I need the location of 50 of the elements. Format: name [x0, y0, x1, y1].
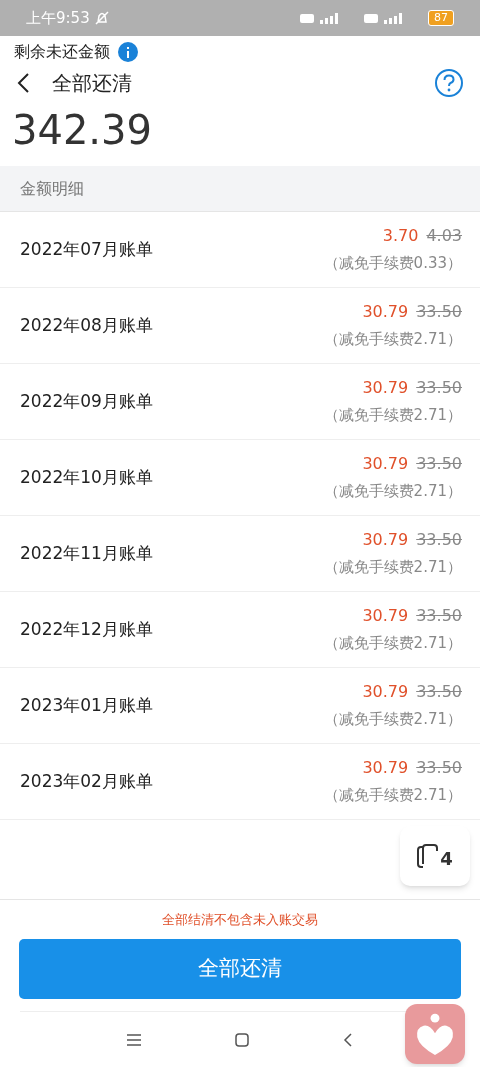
- repay-amount: 30.79: [362, 377, 409, 400]
- floating-tabs-widget[interactable]: 4: [400, 826, 470, 886]
- fee-waiver: （减免手续费2.71）: [323, 481, 462, 503]
- remaining-amount: 342.39: [12, 110, 152, 150]
- repay-amount: 30.79: [362, 529, 409, 552]
- status-time: 上午9:53: [26, 7, 90, 29]
- bill-month: 2022年08月账单: [20, 313, 153, 337]
- fee-waiver: （减免手续费2.71）: [323, 785, 462, 807]
- bill-month: 2022年10月账单: [20, 465, 153, 489]
- repay-amount: 30.79: [362, 301, 409, 324]
- repay-amount: 30.79: [362, 681, 409, 704]
- heart-app-icon[interactable]: [405, 1004, 465, 1064]
- mute-bell-icon: [93, 10, 110, 26]
- bill-month: 2023年01月账单: [20, 693, 153, 717]
- home-icon[interactable]: [235, 1032, 249, 1047]
- original-amount: 33.50: [416, 605, 462, 628]
- stacked-pages-icon: [417, 843, 440, 869]
- info-icon[interactable]: [118, 42, 138, 62]
- repay-amount: 3.70: [382, 225, 419, 248]
- original-amount: 33.50: [416, 757, 462, 780]
- original-amount: 33.50: [416, 301, 462, 324]
- fee-waiver: （减免手续费2.71）: [323, 557, 462, 579]
- repay-amount: 30.79: [362, 453, 409, 476]
- fee-waiver: （减免手续费2.71）: [323, 633, 462, 655]
- original-amount: 33.50: [416, 453, 462, 476]
- original-amount: 4.03: [426, 225, 462, 248]
- fee-waiver: （减免手续费2.71）: [323, 405, 462, 427]
- page-title: 全部还清: [52, 70, 132, 97]
- fee-waiver: （减免手续费2.71）: [323, 329, 462, 351]
- bill-month: 2022年11月账单: [20, 541, 153, 565]
- bill-month: 2023年02月账单: [20, 769, 153, 793]
- back-icon[interactable]: [16, 72, 30, 94]
- menu-icon[interactable]: [127, 1033, 141, 1046]
- original-amount: 33.50: [416, 377, 462, 400]
- repay-amount: 30.79: [362, 757, 409, 780]
- repay-amount: 30.79: [362, 605, 409, 628]
- original-amount: 33.50: [416, 529, 462, 552]
- original-amount: 33.50: [416, 681, 462, 704]
- tab-count: 4: [440, 847, 453, 871]
- bill-month: 2022年07月账单: [20, 237, 153, 261]
- fee-waiver: （减免手续费2.71）: [323, 709, 462, 731]
- bill-month: 2022年09月账单: [20, 389, 153, 413]
- settlement-notice: 全部结清不包含未入账交易: [162, 910, 318, 929]
- bill-month: 2022年12月账单: [20, 617, 153, 641]
- section-title: 金额明细: [20, 177, 84, 200]
- help-icon[interactable]: [434, 68, 464, 98]
- battery-indicator: 87: [428, 10, 454, 26]
- back-icon[interactable]: [343, 1032, 353, 1047]
- remaining-amount-label: 剩余未还金额: [14, 41, 110, 63]
- fee-waiver: （减免手续费0.33）: [323, 253, 462, 275]
